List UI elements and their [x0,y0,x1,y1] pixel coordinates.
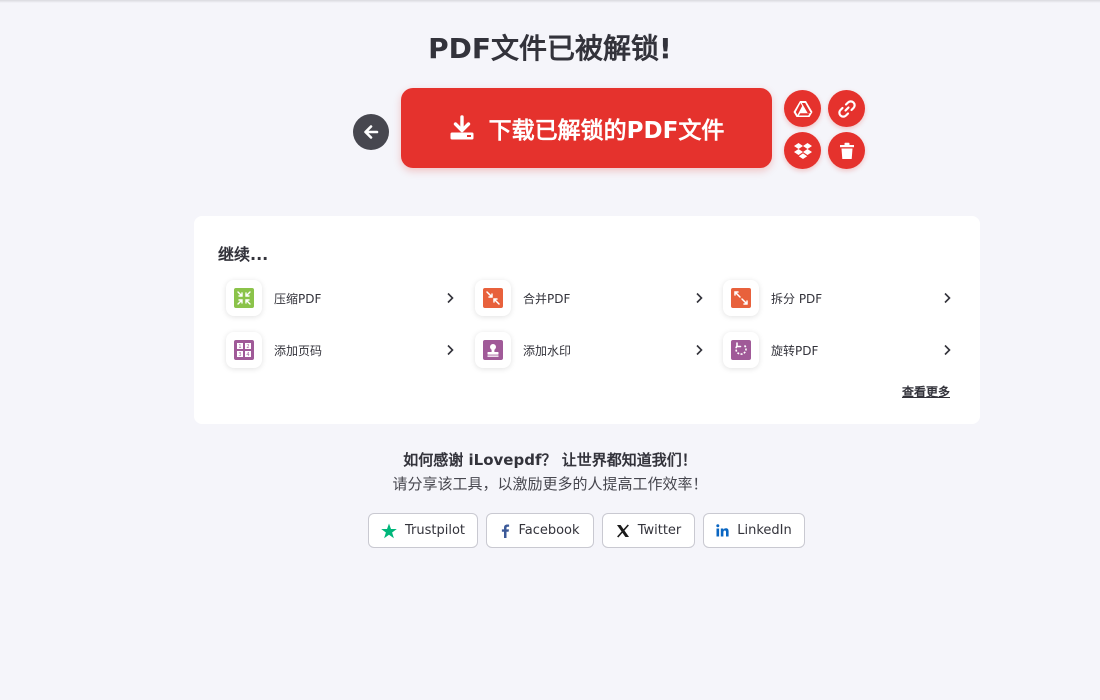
svg-text:1: 1 [238,344,241,350]
link-icon [837,99,856,118]
tool-split-pdf[interactable]: 拆分 PDF [723,278,953,318]
facebook-button[interactable]: Facebook [486,513,594,548]
trustpilot-button[interactable]: Trustpilot [368,513,478,548]
trustpilot-label: Trustpilot [404,523,465,538]
twitter-button[interactable]: Twitter [602,513,695,548]
twitter-label: Twitter [637,523,682,538]
split-icon [731,288,751,308]
tool-label: 添加页码 [274,343,323,358]
tool-label: 旋转PDF [771,343,819,358]
tool-label: 合并PDF [523,291,571,306]
tool-icon-container [475,280,511,316]
tool-label: 压缩PDF [274,291,322,306]
top-shadow [0,0,1100,3]
tool-icon-container [226,280,262,316]
share-subtitle: 请分享该工具，以激励更多的人提高工作效率！ [392,475,708,493]
svg-text:4: 4 [246,352,249,358]
copy-link-button[interactable] [828,90,865,127]
arrow-left-icon [364,125,379,139]
svg-text:2: 2 [246,344,249,350]
linkedin-label: LinkedIn [737,523,792,538]
tool-label: 添加水印 [523,343,572,358]
tool-icon-container: 1 2 3 4 [226,332,262,368]
compress-icon [234,288,254,308]
tool-icon-container [723,280,759,316]
tool-label: 拆分 PDF [771,291,823,306]
x-twitter-icon [616,523,629,538]
chevron-right-icon [696,344,703,356]
page-numbers-icon: 1 2 3 4 [234,340,254,360]
tool-add-watermark[interactable]: 添加水印 [475,330,705,370]
trustpilot-star-icon [381,523,397,538]
see-more-link[interactable]: 查看更多 [902,383,950,400]
page-title: PDF文件已被解锁! [428,32,672,65]
tool-icon-container [475,332,511,368]
tool-rotate-pdf[interactable]: 旋转PDF [723,330,953,370]
rotate-icon [731,340,751,360]
dropbox-icon [793,142,812,159]
dropbox-button[interactable] [784,132,821,169]
tool-merge-pdf[interactable]: 合并PDF [475,278,705,318]
facebook-label: Facebook [518,523,580,538]
linkedin-icon [716,524,729,537]
continue-title: 继续... [218,245,269,264]
tool-compress-pdf[interactable]: 压缩PDF [226,278,456,318]
delete-button[interactable] [828,132,865,169]
google-drive-icon [793,100,812,117]
thanks-heading: 如何感谢 iLovepdf？ 让世界都知道我们！ [403,451,697,469]
back-button[interactable] [353,114,389,150]
chevron-right-icon [696,292,703,304]
chevron-right-icon [447,292,454,304]
merge-icon [483,288,503,308]
tool-icon-container [723,332,759,368]
google-drive-button[interactable] [784,90,821,127]
svg-text:3: 3 [238,352,241,358]
download-button-label: 下载已解锁的PDF文件 [488,118,725,144]
chevron-right-icon [447,344,454,356]
linkedin-button[interactable]: LinkedIn [703,513,805,548]
download-icon [450,115,474,140]
chevron-right-icon [944,292,951,304]
tool-add-page-numbers[interactable]: 1 2 3 4 添加页码 [226,330,456,370]
download-unlocked-pdf-button[interactable]: 下载已解锁的PDF文件 [401,88,772,168]
continue-card: 继续... 压缩PDF 合并PDF 拆分 PDF 1 2 3 4 添加页码 添加… [194,216,980,424]
watermark-icon [483,340,503,360]
trash-icon [839,142,854,159]
facebook-icon [502,524,510,538]
chevron-right-icon [944,344,951,356]
